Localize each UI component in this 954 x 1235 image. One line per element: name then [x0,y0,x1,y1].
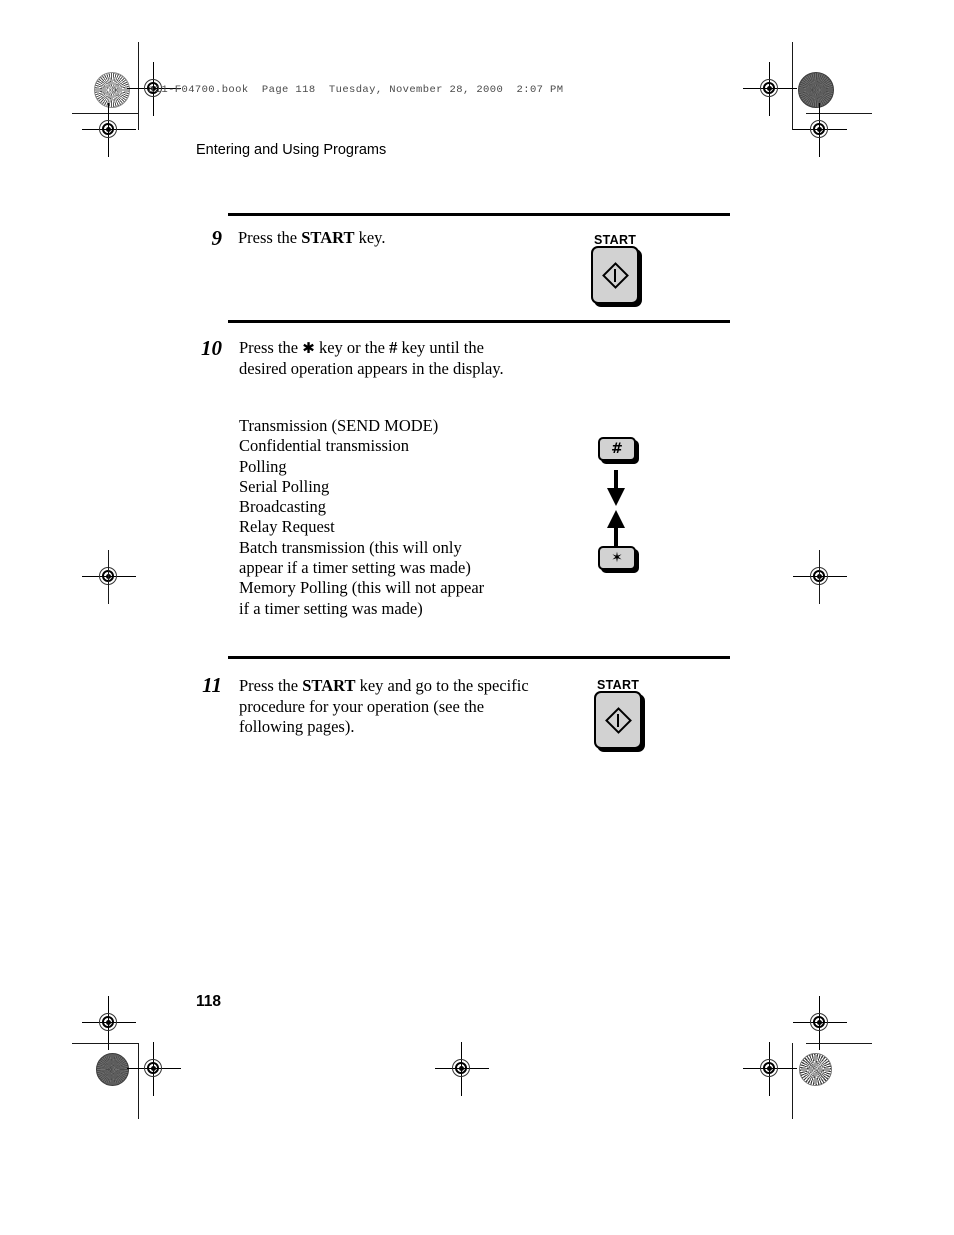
crop-line-top-left-horizontal [72,113,138,114]
step-number-11: 11 [202,673,222,697]
asterisk-key-icon: ✶ [611,550,623,566]
registration-target-mid-right [793,550,847,604]
crop-line-mid-left-vertical [108,550,109,604]
crop-line-bottom-right-horizontal [806,1043,872,1044]
registration-target-bottom-right [743,1042,797,1096]
asterisk-key-button[interactable]: ✶ [598,546,636,570]
step-text-9: Press the START key. [238,228,386,247]
crop-line-top-right-horizontal [806,113,872,114]
crop-line-bottom-left-horizontal [72,1043,138,1044]
page-number: 118 [196,993,222,1010]
book-file-info: a11-F04700.book Page 118 Tuesday, Novemb… [148,84,564,96]
registration-target-top-right [743,62,797,116]
running-head: Entering and Using Programs [196,142,387,158]
step-number-9: 9 [211,226,223,250]
halftone-circle-bottom-right [799,1053,832,1086]
registration-target-upper-left [82,103,136,157]
start-diamond-bar-icon [617,713,619,727]
operation-list: Transmission (SEND MODE) Confidential tr… [239,416,485,618]
halftone-circle-top-left [94,72,130,108]
step-text-11: Press the START key and go to the specif… [239,676,529,736]
arrow-up-icon [607,510,625,546]
registration-target-upper-right [793,103,847,157]
document-page: a11-F04700.book Page 118 Tuesday, Novemb… [0,0,954,1235]
registration-target-lower-right [793,996,847,1050]
start-diamond-bar-icon [614,268,616,282]
registration-target-lower-left [82,996,136,1050]
step-text-10: Press the ✱ key or the # key until the d… [239,338,504,378]
registration-target-bottom-center [435,1042,489,1096]
start-key-label-9: START [594,233,637,247]
registration-target-bottom-left [127,1042,181,1096]
step-rule-9 [228,213,730,216]
halftone-circle-bottom-left [96,1053,129,1086]
hash-key-button[interactable]: # [598,437,636,461]
step-rule-11 [228,656,730,659]
step-number-10: 10 [201,336,222,360]
start-key-button-11[interactable] [594,691,642,749]
crop-line-bottom-right-vertical [792,1043,793,1119]
arrow-down-icon [607,470,625,506]
step-rule-10 [228,320,730,323]
start-key-label-11: START [597,678,640,692]
hash-key-icon: # [611,441,623,457]
halftone-circle-top-right [798,72,834,108]
registration-target-mid-left [82,550,136,604]
crop-line-top-right-vertical [792,42,793,130]
crop-line-mid-right-vertical [819,550,820,604]
start-key-button-9[interactable] [591,246,639,304]
